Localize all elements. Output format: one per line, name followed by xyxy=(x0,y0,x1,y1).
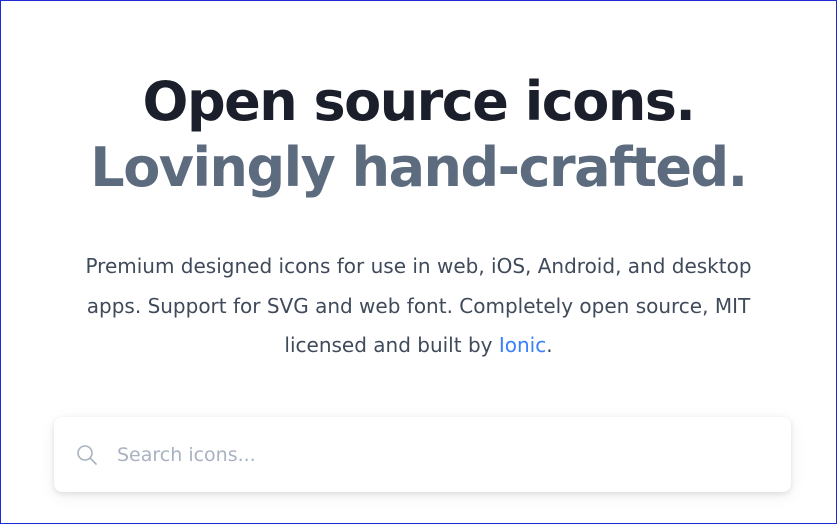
hero-description-end: . xyxy=(546,333,553,357)
hero-title-line-2: Lovingly hand-crafted. xyxy=(90,136,748,199)
page-frame: Open source icons. Lovingly hand-crafted… xyxy=(0,0,837,524)
search-input[interactable] xyxy=(115,442,759,467)
search-icon xyxy=(75,443,99,467)
search-bar[interactable] xyxy=(54,417,791,492)
hero-description-text: Premium designed icons for use in web, i… xyxy=(85,254,752,357)
hero-headline: Open source icons. Lovingly hand-crafted… xyxy=(1,69,836,201)
ionic-link[interactable]: Ionic xyxy=(499,333,546,357)
hero-description: Premium designed icons for use in web, i… xyxy=(71,247,766,366)
hero-section: Open source icons. Lovingly hand-crafted… xyxy=(1,69,836,201)
hero-title-line-1: Open source icons. xyxy=(142,70,696,133)
